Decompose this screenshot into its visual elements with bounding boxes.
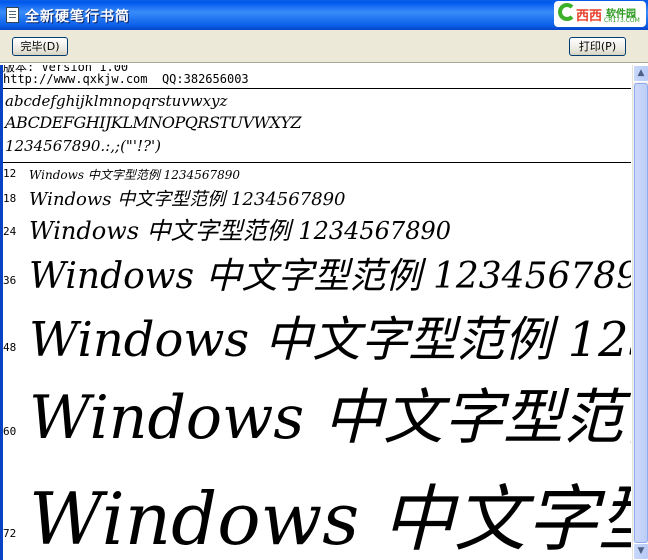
sample-size: 18: [3, 192, 17, 205]
divider: [3, 162, 631, 163]
font-preview-area: 版本: Version 1.00 http://www.qxkjw.com QQ…: [3, 65, 631, 560]
logo-url: CR173.COM: [604, 17, 640, 24]
sample-text: Windows 中文字型范例 1234567890: [29, 217, 452, 245]
print-button[interactable]: 打印(P): [569, 37, 626, 56]
divider: [3, 88, 631, 89]
sample-size: 24: [3, 225, 17, 238]
window-title: 全新硬笔行书简: [25, 9, 130, 25]
finish-button[interactable]: 完毕(D): [12, 37, 68, 56]
scroll-down-button[interactable]: ▼: [633, 543, 648, 560]
sample-size: 72: [3, 527, 17, 540]
scroll-thumb[interactable]: [634, 83, 648, 543]
sample-text: Windows 中文字型范例 1234567890: [29, 477, 631, 560]
document-icon: [6, 7, 19, 23]
sample-text: Windows 中文字型范例 1234567890: [29, 168, 241, 182]
sample-text: Windows 中文字型范例 1234567890: [29, 256, 631, 297]
toolbar: 完毕(D) 打印(P): [0, 30, 648, 63]
logo-c-icon: [558, 3, 576, 21]
arrow-up-icon: ▲: [637, 68, 645, 78]
site-logo: 西西 软件园 CR173.COM: [554, 1, 646, 27]
title-bar[interactable]: 全新硬笔行书简 西西 软件园 CR173.COM: [0, 0, 648, 30]
sample-text: Windows 中文字型范例 1234567890: [29, 383, 631, 453]
uppercase-sample: ABCDEFGHIJKLMNOPQRSTUVWXYZ: [5, 113, 302, 132]
scroll-up-button[interactable]: ▲: [633, 65, 648, 82]
sample-size: 12: [3, 167, 17, 180]
sample-size: 48: [3, 341, 17, 354]
sample-text: Windows 中文字型范例 1234567890: [29, 189, 346, 210]
url-line: http://www.qxkjw.com QQ:382656003: [3, 72, 249, 86]
arrow-down-icon: ▼: [637, 546, 645, 556]
digits-sample: 1234567890.:,;("'!?'): [5, 137, 161, 155]
sample-text: Windows 中文字型范例 1234567890: [29, 312, 631, 368]
vertical-scrollbar[interactable]: ▲ ▼: [632, 65, 648, 560]
sample-size: 60: [3, 425, 17, 438]
logo-brand: 西西: [576, 9, 603, 24]
sample-size: 36: [3, 274, 17, 287]
lowercase-sample: abcdefghijklmnopqrstuvwxyz: [5, 92, 228, 110]
